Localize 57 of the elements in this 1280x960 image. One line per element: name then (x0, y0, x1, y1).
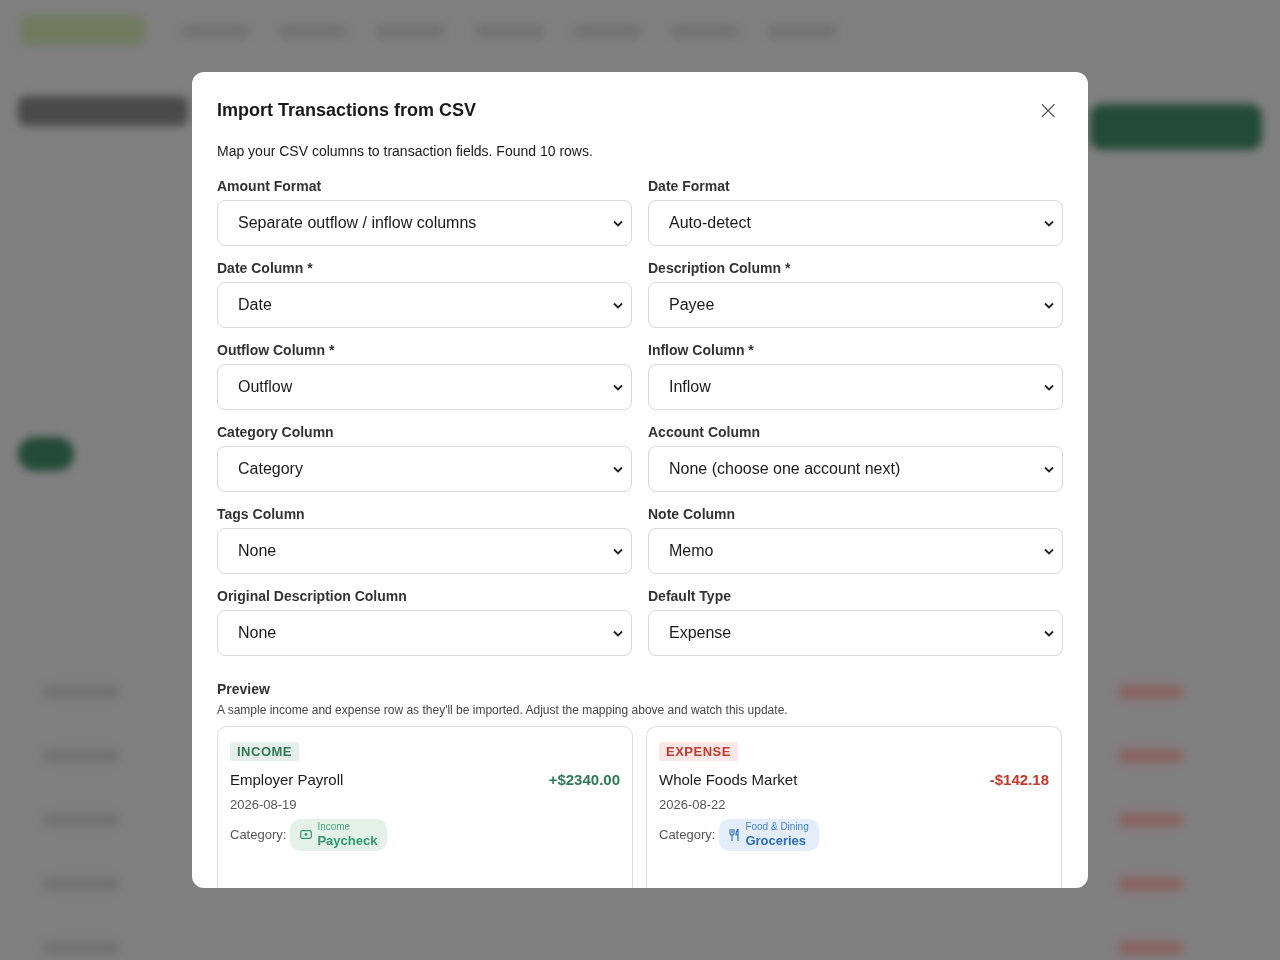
field-label: Amount Format (217, 178, 323, 194)
dropdown[interactable]: Date (217, 282, 632, 328)
dropdown[interactable]: Payee (648, 282, 1063, 328)
dropdown[interactable]: Inflow (648, 364, 1063, 410)
transaction-date: 2026-08-19 (230, 797, 298, 812)
dialog-description: Map your CSV columns to transaction fields. Found 10 rows. (217, 143, 594, 159)
category-name: Paycheck (317, 833, 378, 849)
section-description: A sample income and expense row as they'll be imported. Adjust the mapping above and watch this update. (217, 703, 789, 717)
chevron-icon (1044, 301, 1054, 309)
chevron-icon (613, 219, 623, 227)
chevron-icon (1044, 219, 1054, 227)
field-label: Date Format (648, 178, 731, 194)
field-label: Account Column (648, 424, 761, 440)
transaction-date: 2026-08-22 (659, 797, 727, 812)
amount: -$142.18 (989, 771, 1049, 788)
chevron-icon (1044, 383, 1054, 391)
field-label: Outflow Column * (217, 342, 336, 358)
section-title: Preview (217, 681, 271, 697)
type-badge: EXPENSE (659, 742, 738, 761)
field-label: Inflow Column * (648, 342, 755, 358)
dialog-title: Import Transactions from CSV (217, 99, 477, 121)
field-label: Original Description Column (217, 588, 408, 604)
category-group: Food & Dining (745, 821, 809, 833)
field-label: Default Type (648, 588, 732, 604)
chevron-icon (1044, 629, 1054, 637)
dropdown[interactable]: Category (217, 446, 632, 492)
category-label: Category: (230, 827, 287, 843)
dropdown[interactable]: Outflow (217, 364, 632, 410)
dropdown[interactable]: Memo (648, 528, 1063, 574)
dropdown[interactable]: None (choose one account next) (648, 446, 1063, 492)
type-badge: INCOME (230, 742, 299, 761)
payee-name: Employer Payroll (230, 771, 344, 788)
utensils-icon (729, 828, 741, 841)
dropdown[interactable]: Auto-detect (648, 200, 1063, 246)
category-name: Groceries (745, 833, 808, 849)
chevron-icon (1044, 465, 1054, 473)
category-label: Category: (659, 827, 716, 843)
chevron-icon (613, 301, 623, 309)
dropdown[interactable]: None (217, 610, 632, 656)
chevron-icon (613, 547, 623, 555)
chevron-icon (613, 383, 623, 391)
cash-icon (300, 830, 313, 840)
field-label: Description Column * (648, 260, 792, 276)
field-label: Date Column * (217, 260, 314, 276)
dropdown[interactable]: None (217, 528, 632, 574)
chevron-icon (613, 629, 623, 637)
field-label: Tags Column (217, 506, 306, 522)
field-label: Note Column (648, 506, 737, 522)
close-button[interactable]: × (1033, 98, 1063, 122)
category-group: Income (317, 821, 378, 833)
field-label: Category Column (217, 424, 335, 440)
dropdown[interactable]: Separate outflow / inflow columns (217, 200, 632, 246)
amount: +$2340.00 (548, 771, 620, 788)
chevron-icon (1044, 547, 1054, 555)
dropdown[interactable]: Expense (648, 610, 1063, 656)
chevron-icon (613, 465, 623, 473)
payee-name: Whole Foods Market (659, 771, 798, 788)
